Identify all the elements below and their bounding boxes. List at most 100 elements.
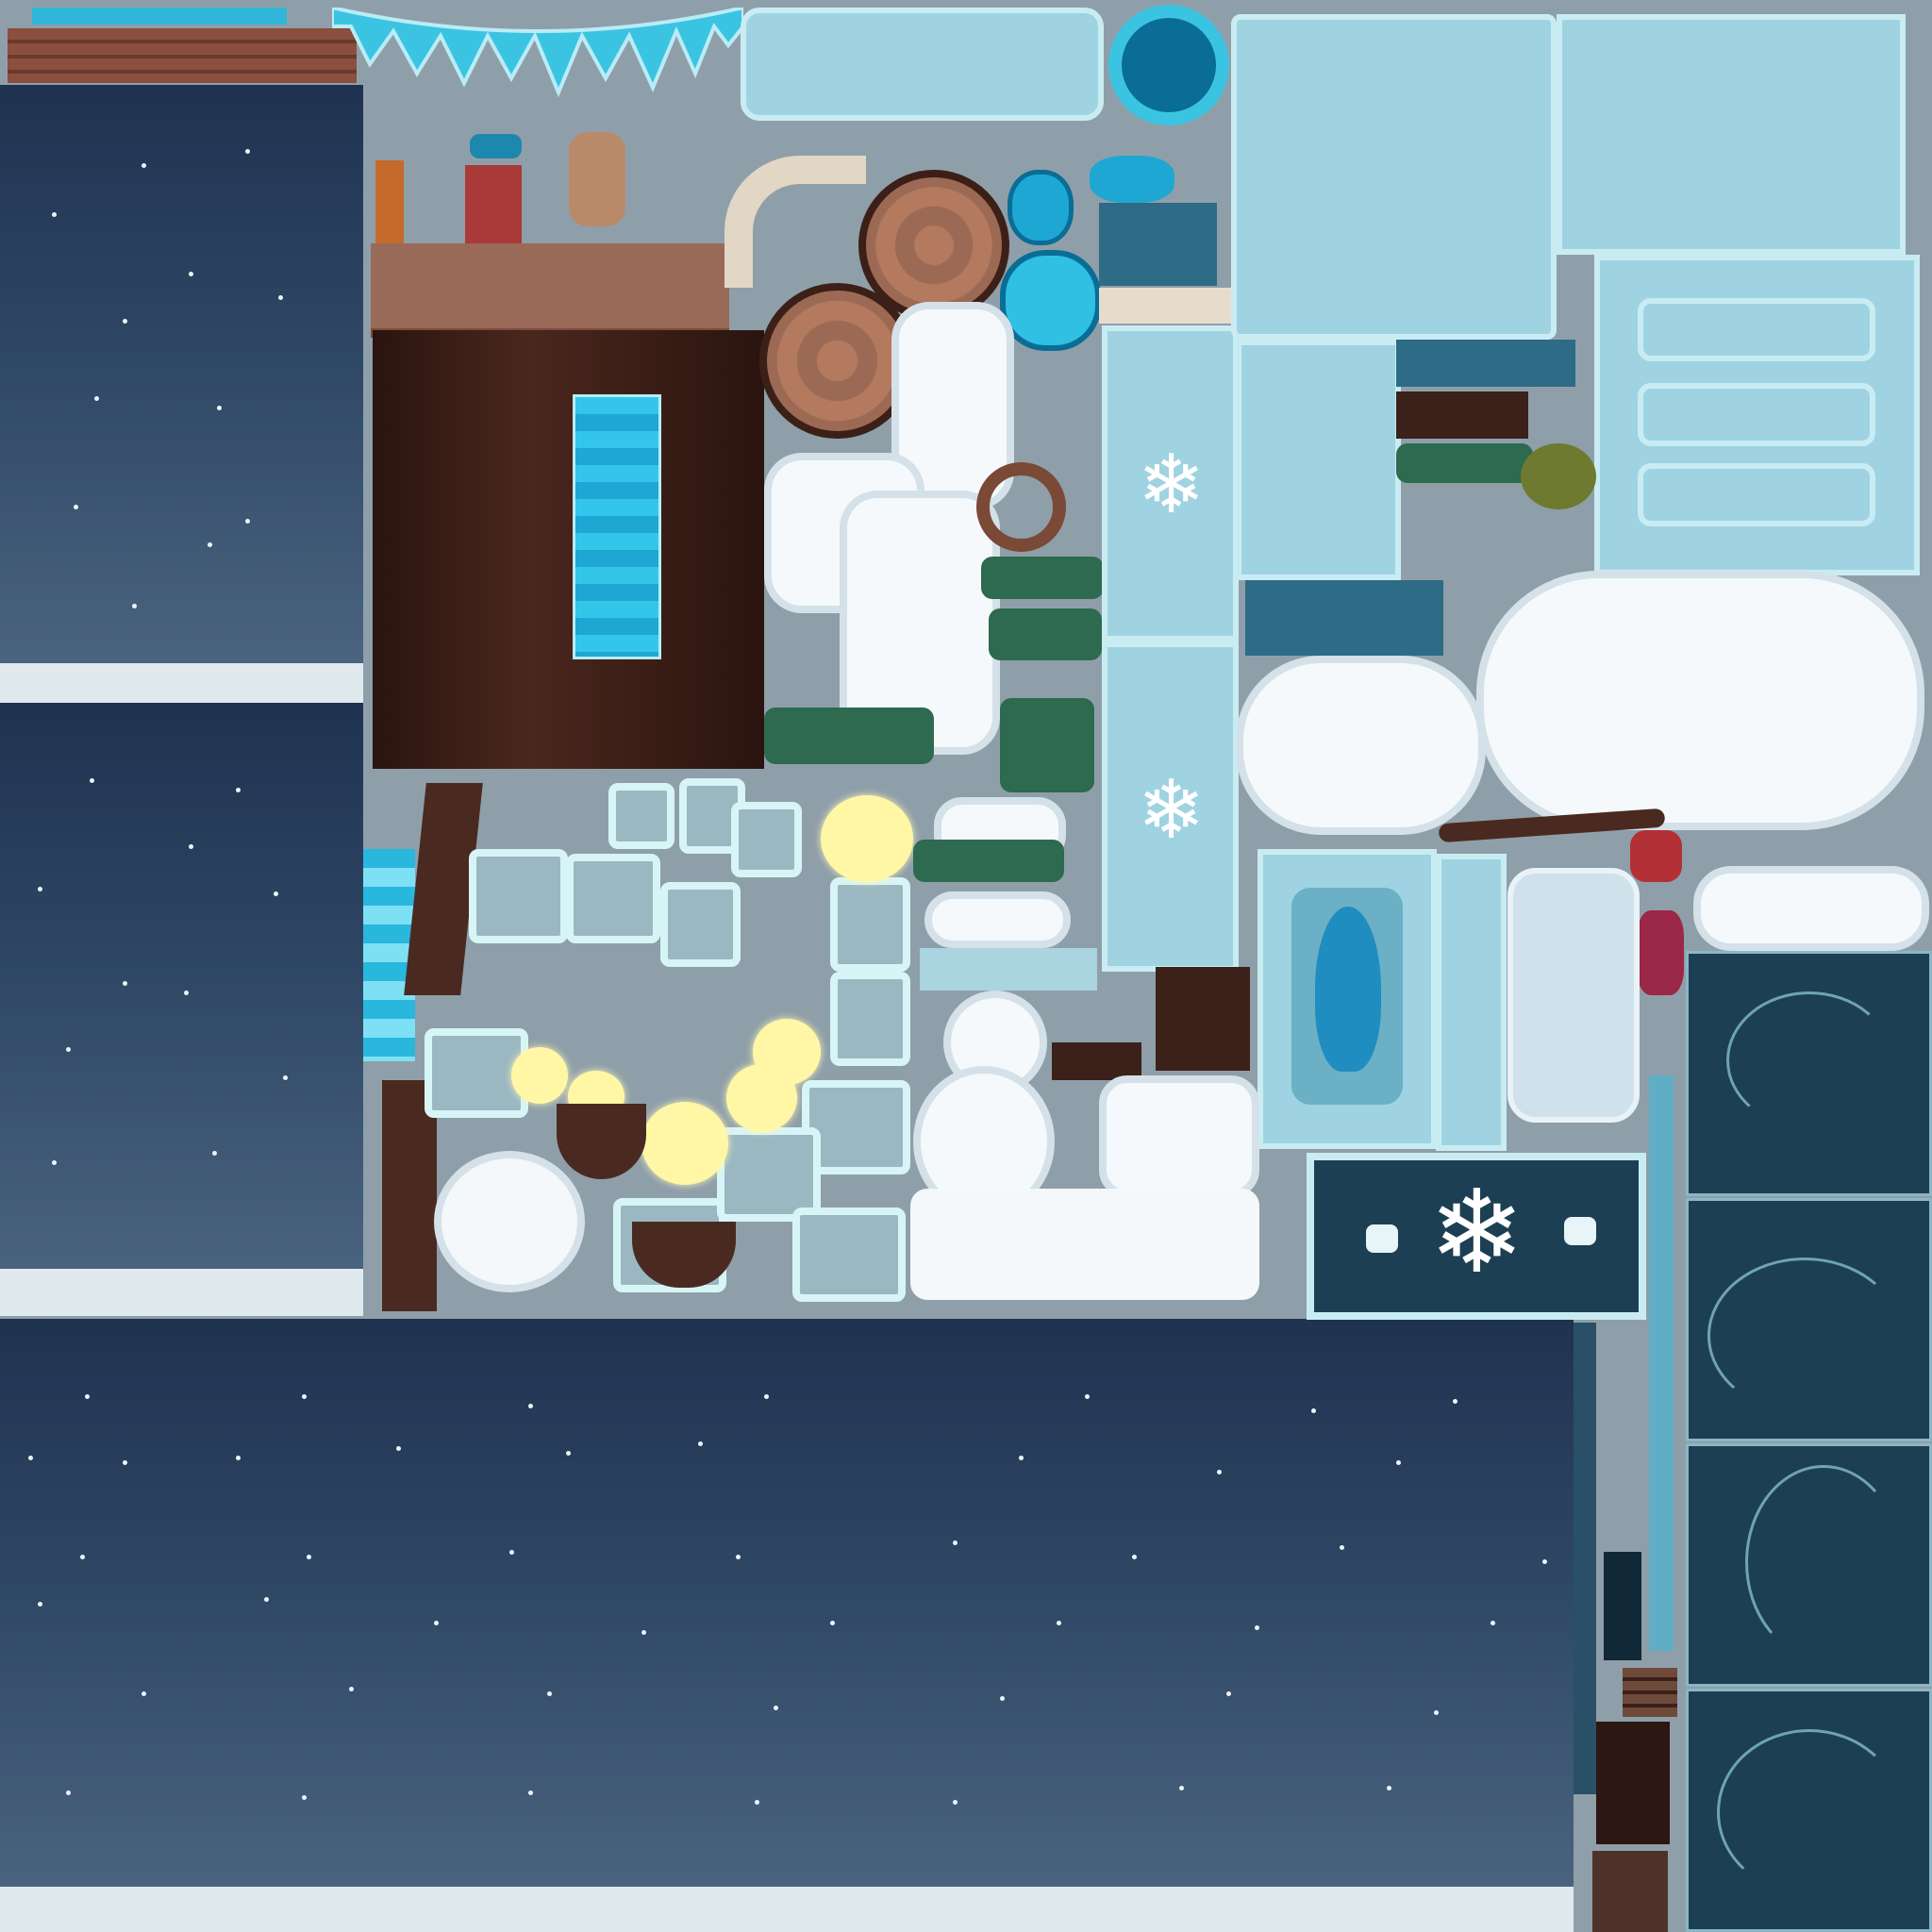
ice-rail bbox=[1649, 1075, 1674, 1651]
ice-cube bbox=[830, 877, 910, 972]
star-icon bbox=[509, 1550, 514, 1555]
ice-cube-icon bbox=[1366, 1224, 1398, 1253]
lantern-icon bbox=[753, 1019, 821, 1085]
star-icon bbox=[217, 406, 222, 410]
star-icon bbox=[245, 149, 250, 154]
star-icon bbox=[85, 1394, 90, 1399]
cracked-ice-panel bbox=[1686, 951, 1932, 1196]
cracked-ice-panel bbox=[1686, 1689, 1932, 1932]
star-icon bbox=[236, 788, 241, 792]
waterfall bbox=[573, 394, 661, 659]
wood-crate bbox=[1592, 1851, 1668, 1932]
star-icon bbox=[774, 1706, 778, 1710]
ice-cube bbox=[792, 1208, 906, 1302]
star-icon bbox=[38, 1602, 42, 1607]
ice-window-frame bbox=[1594, 255, 1920, 575]
wood-plank-stack bbox=[8, 28, 357, 83]
star-icon bbox=[953, 1541, 958, 1545]
frosted-panel bbox=[1507, 868, 1640, 1123]
teal-block bbox=[1245, 580, 1443, 656]
lantern-icon bbox=[821, 795, 913, 882]
icicle-icon bbox=[330, 5, 745, 98]
star-icon bbox=[1132, 1555, 1137, 1559]
gem-icon bbox=[1000, 250, 1101, 351]
star-icon bbox=[90, 778, 94, 783]
ice-cube bbox=[469, 849, 568, 943]
star-icon bbox=[1226, 1691, 1231, 1696]
ice-cube bbox=[566, 854, 660, 943]
pine-tree-icon bbox=[1000, 698, 1094, 792]
snow-ground bbox=[0, 663, 363, 703]
star-icon bbox=[274, 891, 278, 896]
star-icon bbox=[278, 295, 283, 300]
night-sky-panel-large bbox=[0, 1319, 1574, 1932]
snowflake-sign: ❄ bbox=[1307, 1153, 1646, 1320]
star-icon bbox=[1396, 1460, 1401, 1465]
pine-tree-icon bbox=[913, 840, 1064, 882]
star-icon bbox=[123, 981, 127, 986]
star-icon bbox=[528, 1790, 533, 1795]
star-icon bbox=[132, 604, 137, 608]
star-icon bbox=[830, 1621, 835, 1625]
ice-wall-medium bbox=[1236, 340, 1401, 580]
star-icon bbox=[641, 1630, 646, 1635]
star-icon bbox=[528, 1404, 533, 1408]
night-sky-panel-1 bbox=[0, 85, 363, 703]
snowflake-icon: ❄ bbox=[1137, 438, 1206, 532]
snow-ground bbox=[0, 1269, 363, 1316]
star-icon bbox=[212, 1151, 217, 1156]
gem-icon bbox=[1315, 907, 1381, 1072]
star-icon bbox=[1217, 1470, 1222, 1474]
ice-wall-tall bbox=[1557, 14, 1906, 255]
wooden-shelf bbox=[371, 243, 729, 338]
cracked-ice-panel bbox=[1686, 1198, 1932, 1441]
ice-door bbox=[1257, 849, 1437, 1149]
star-icon bbox=[698, 1441, 703, 1446]
gem-icon bbox=[1008, 170, 1074, 245]
ice-pillar-slim bbox=[1436, 854, 1507, 1151]
star-icon bbox=[1491, 1621, 1495, 1625]
star-icon bbox=[302, 1795, 307, 1800]
wreath bbox=[976, 462, 1066, 552]
night-sky-panel-2 bbox=[0, 703, 363, 1316]
star-icon bbox=[1057, 1621, 1061, 1625]
star-icon bbox=[52, 1160, 57, 1165]
pine-garland bbox=[1396, 443, 1533, 483]
star-icon bbox=[80, 1555, 85, 1559]
star-icon bbox=[189, 272, 193, 276]
star-icon bbox=[1179, 1786, 1184, 1790]
star-icon bbox=[1453, 1399, 1457, 1404]
moss-disc bbox=[1521, 443, 1596, 509]
star-icon bbox=[1311, 1408, 1316, 1413]
icicle-banner bbox=[330, 5, 745, 98]
dark-rail bbox=[1574, 1323, 1596, 1794]
log-bench bbox=[1052, 1042, 1141, 1080]
star-icon bbox=[1387, 1786, 1391, 1790]
star-icon bbox=[396, 1446, 401, 1451]
wood-bowl bbox=[557, 1104, 646, 1179]
star-icon bbox=[434, 1621, 439, 1625]
snow-platform bbox=[924, 891, 1071, 948]
snow-ledge bbox=[1693, 866, 1929, 951]
ice-wall-large bbox=[1231, 14, 1557, 340]
star-icon bbox=[1085, 1394, 1090, 1399]
star-icon bbox=[1340, 1545, 1344, 1550]
star-icon bbox=[764, 1394, 769, 1399]
ice-slab bbox=[741, 8, 1104, 121]
lantern-icon bbox=[641, 1102, 728, 1185]
pine-tree-icon bbox=[989, 608, 1102, 660]
gem-icon bbox=[1637, 910, 1684, 995]
gem-icon bbox=[1090, 156, 1174, 203]
gem-icon bbox=[1630, 830, 1682, 882]
star-icon bbox=[264, 1597, 269, 1602]
star-icon bbox=[953, 1800, 958, 1805]
star-icon bbox=[245, 519, 250, 524]
star-icon bbox=[547, 1691, 552, 1696]
star-icon bbox=[142, 1691, 146, 1696]
star-icon bbox=[94, 396, 99, 401]
teal-block bbox=[1396, 340, 1575, 387]
cabin-roof bbox=[1156, 967, 1250, 1071]
sand-strip bbox=[1099, 288, 1231, 324]
ice-ledge bbox=[920, 948, 1097, 991]
lantern-icon bbox=[511, 1047, 568, 1104]
